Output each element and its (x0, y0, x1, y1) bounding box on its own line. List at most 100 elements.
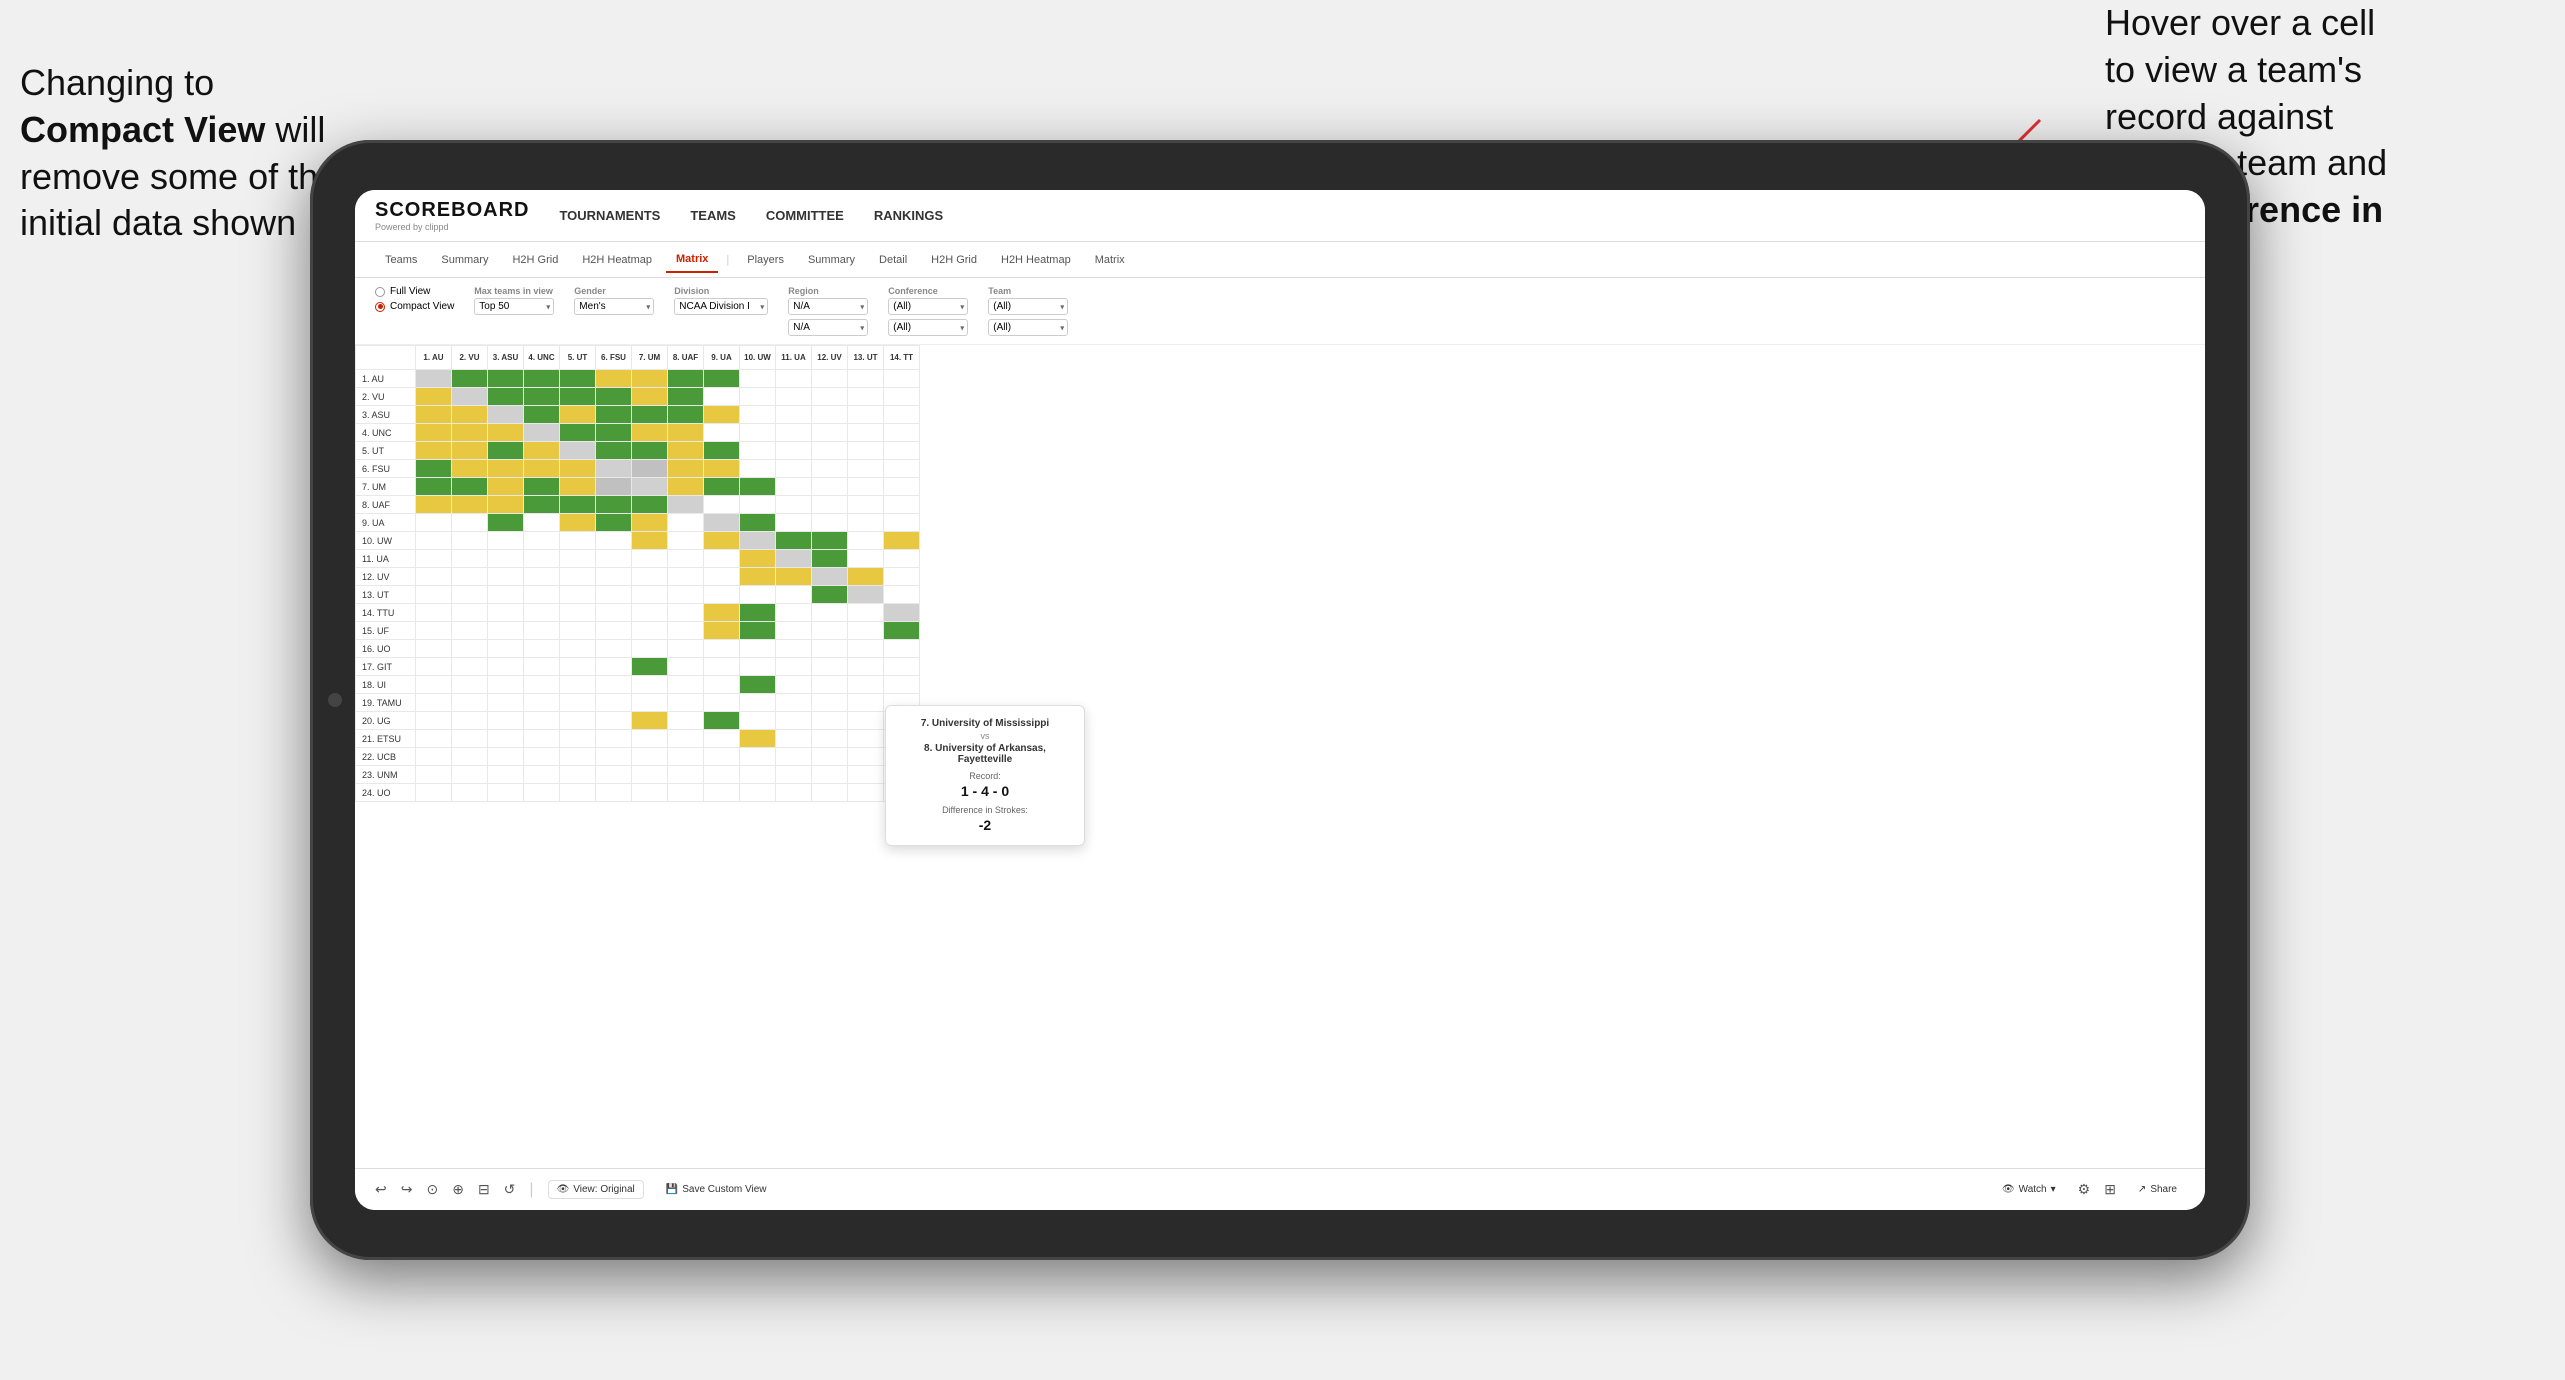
matrix-cell[interactable] (452, 712, 488, 730)
matrix-cell[interactable] (812, 388, 848, 406)
matrix-cell[interactable] (668, 460, 704, 478)
matrix-cell[interactable] (668, 694, 704, 712)
matrix-cell[interactable] (596, 658, 632, 676)
save-custom-view-button[interactable]: 💾 Save Custom View (658, 1180, 775, 1199)
tab-h2h-heatmap-left[interactable]: H2H Heatmap (572, 248, 662, 272)
matrix-cell[interactable] (416, 694, 452, 712)
matrix-cell[interactable] (704, 460, 740, 478)
matrix-cell[interactable] (452, 424, 488, 442)
matrix-cell[interactable] (776, 388, 812, 406)
matrix-cell[interactable] (776, 568, 812, 586)
matrix-cell[interactable] (848, 406, 884, 424)
matrix-cell[interactable] (560, 586, 596, 604)
matrix-cell[interactable] (884, 568, 920, 586)
matrix-cell[interactable] (668, 658, 704, 676)
matrix-cell[interactable] (560, 640, 596, 658)
matrix-cell[interactable] (560, 604, 596, 622)
nav-rankings[interactable]: RANKINGS (874, 204, 943, 227)
matrix-cell[interactable] (668, 784, 704, 802)
matrix-cell[interactable] (596, 766, 632, 784)
matrix-cell[interactable] (668, 532, 704, 550)
matrix-cell[interactable] (524, 460, 560, 478)
matrix-cell[interactable] (740, 478, 776, 496)
matrix-cell[interactable] (812, 748, 848, 766)
matrix-cell[interactable] (848, 496, 884, 514)
matrix-cell[interactable] (812, 478, 848, 496)
compact-view-option[interactable]: Compact View (375, 301, 454, 312)
matrix-cell[interactable] (452, 478, 488, 496)
grid-icon[interactable]: ⊞ (2104, 1181, 2116, 1198)
matrix-cell[interactable] (560, 658, 596, 676)
matrix-cell[interactable] (812, 424, 848, 442)
matrix-cell[interactable] (452, 496, 488, 514)
matrix-cell[interactable] (416, 784, 452, 802)
matrix-cell[interactable] (848, 784, 884, 802)
matrix-cell[interactable] (560, 388, 596, 406)
matrix-cell[interactable] (884, 604, 920, 622)
matrix-cell[interactable] (776, 712, 812, 730)
matrix-cell[interactable] (416, 676, 452, 694)
matrix-cell[interactable] (452, 766, 488, 784)
matrix-cell[interactable] (668, 568, 704, 586)
matrix-cell[interactable] (632, 442, 668, 460)
matrix-cell[interactable] (812, 658, 848, 676)
team-select-wrapper-1[interactable]: (All) (988, 298, 1068, 315)
matrix-cell[interactable] (488, 586, 524, 604)
matrix-cell[interactable] (596, 532, 632, 550)
matrix-cell[interactable] (776, 784, 812, 802)
matrix-cell[interactable] (704, 496, 740, 514)
matrix-cell[interactable] (848, 748, 884, 766)
matrix-cell[interactable] (488, 712, 524, 730)
matrix-cell[interactable] (416, 406, 452, 424)
matrix-cell[interactable] (740, 784, 776, 802)
matrix-cell[interactable] (884, 532, 920, 550)
matrix-cell[interactable] (668, 514, 704, 532)
matrix-cell[interactable] (524, 478, 560, 496)
matrix-cell[interactable] (452, 694, 488, 712)
matrix-cell[interactable] (488, 478, 524, 496)
matrix-cell[interactable] (848, 622, 884, 640)
matrix-cell[interactable] (632, 496, 668, 514)
matrix-cell[interactable] (668, 496, 704, 514)
conference-select-wrapper-1[interactable]: (All) (888, 298, 968, 315)
matrix-cell[interactable] (704, 532, 740, 550)
matrix-cell[interactable] (632, 550, 668, 568)
matrix-cell[interactable] (740, 586, 776, 604)
matrix-cell[interactable] (632, 694, 668, 712)
matrix-cell[interactable] (560, 442, 596, 460)
matrix-cell[interactable] (416, 586, 452, 604)
matrix-cell[interactable] (596, 406, 632, 424)
matrix-cell[interactable] (848, 676, 884, 694)
nav-committee[interactable]: COMMITTEE (766, 204, 844, 227)
matrix-cell[interactable] (776, 748, 812, 766)
matrix-cell[interactable] (668, 730, 704, 748)
matrix-cell[interactable] (812, 514, 848, 532)
matrix-cell[interactable] (560, 424, 596, 442)
undo-icon[interactable]: ↩ (375, 1181, 387, 1198)
matrix-cell[interactable] (740, 640, 776, 658)
matrix-cell[interactable] (596, 550, 632, 568)
matrix-cell[interactable] (452, 604, 488, 622)
matrix-cell[interactable] (632, 568, 668, 586)
matrix-cell[interactable] (884, 388, 920, 406)
matrix-cell[interactable] (488, 406, 524, 424)
matrix-cell[interactable] (560, 622, 596, 640)
matrix-cell[interactable] (668, 604, 704, 622)
matrix-cell[interactable] (740, 532, 776, 550)
redo-icon[interactable]: ↪ (401, 1181, 413, 1198)
matrix-cell[interactable] (740, 514, 776, 532)
matrix-cell[interactable] (596, 460, 632, 478)
region-select-2[interactable]: N/A (788, 319, 868, 336)
matrix-cell[interactable] (488, 604, 524, 622)
matrix-cell[interactable] (776, 406, 812, 424)
matrix-cell[interactable] (776, 622, 812, 640)
matrix-cell[interactable] (596, 586, 632, 604)
matrix-cell[interactable] (488, 766, 524, 784)
matrix-cell[interactable] (524, 586, 560, 604)
matrix-cell[interactable] (416, 370, 452, 388)
matrix-cell[interactable] (704, 406, 740, 424)
matrix-cell[interactable] (632, 766, 668, 784)
matrix-cell[interactable] (488, 550, 524, 568)
matrix-cell[interactable] (416, 658, 452, 676)
matrix-cell[interactable] (740, 604, 776, 622)
